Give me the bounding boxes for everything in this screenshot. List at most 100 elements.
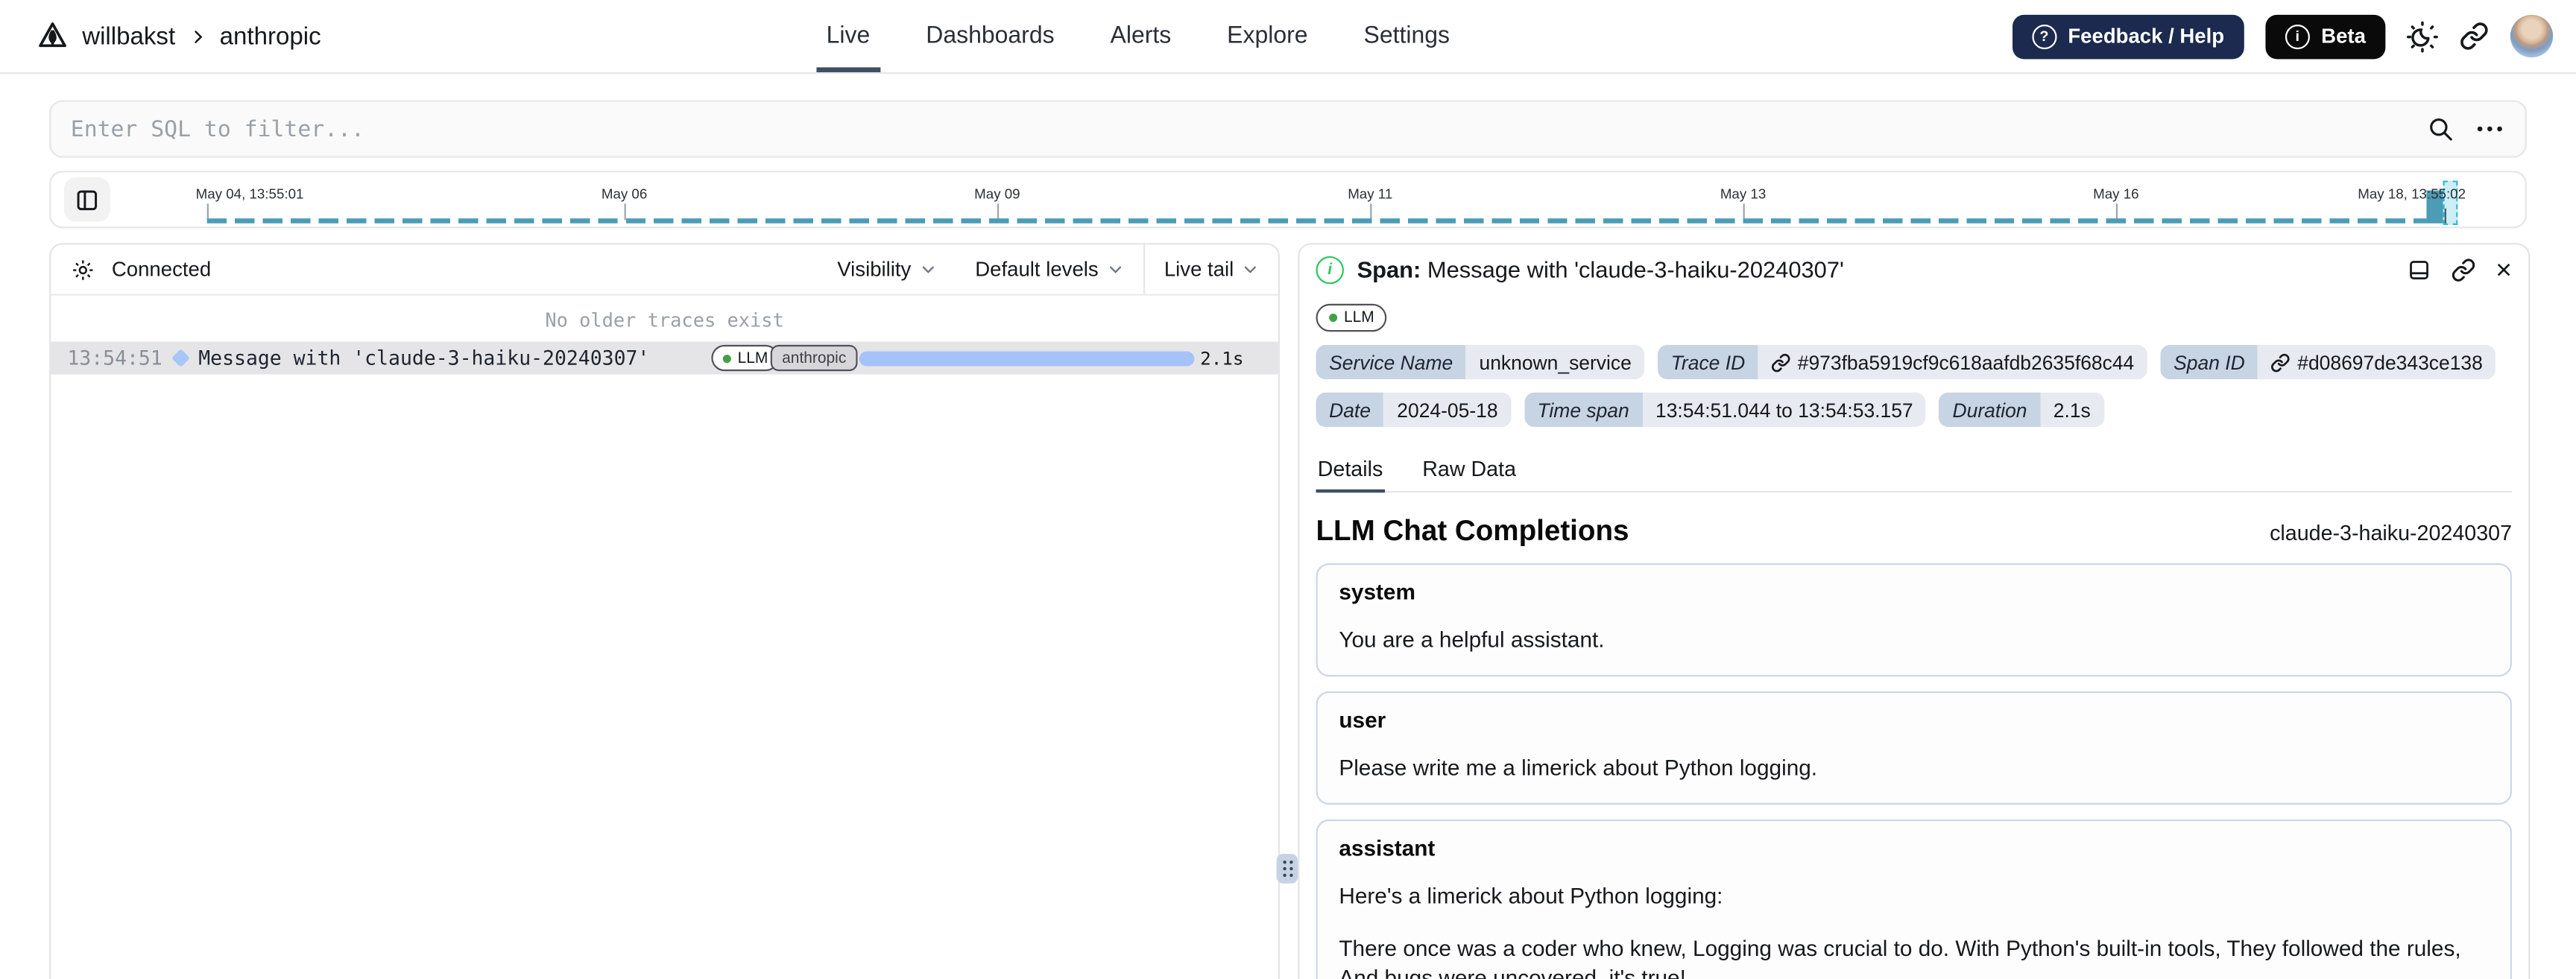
nav-right-cluster: ? Feedback / Help i Beta <box>2012 0 2554 72</box>
tab-details[interactable]: Details <box>1316 450 1384 493</box>
more-options-button[interactable] <box>2477 126 2502 132</box>
timeline-tick: May 16 <box>2093 186 2139 203</box>
trace-message: Message with 'claude-3-haiku-20240307' <box>198 346 650 370</box>
logfire-logo-icon[interactable] <box>36 19 69 52</box>
close-icon[interactable]: × <box>2496 256 2512 283</box>
duration-bar <box>859 350 1195 366</box>
traces-panel-header: Connected Visibility Default levels Live… <box>51 244 1278 296</box>
beta-button[interactable]: i Beta <box>2265 13 2386 59</box>
tag-time-span: Time span 13:54:51.044 to 13:54:53.157 <box>1524 392 1927 428</box>
section-header: LLM Chat Completions claude-3-haiku-2024… <box>1316 514 2512 548</box>
tag-date: Date 2024-05-18 <box>1316 392 1512 428</box>
app-root: willbakst anthropic Live Dashboards Aler… <box>0 0 2576 979</box>
tag-duration: Duration 2.1s <box>1939 392 2104 428</box>
timeline-tick: May 09 <box>974 186 1020 203</box>
timeline[interactable]: May 04, 13:55:01 May 06 May 09 May 11 Ma… <box>49 171 2527 229</box>
link-icon <box>2271 352 2291 372</box>
message-role: user <box>1339 708 1386 733</box>
feedback-help-button[interactable]: ? Feedback / Help <box>2012 13 2244 59</box>
timeline-tickmark <box>2115 203 2118 221</box>
message-content: Here's a limerick about Python logging: <box>1339 884 1723 909</box>
live-tail-label: Live tail <box>1164 258 1234 281</box>
default-levels-dropdown[interactable]: Default levels <box>956 244 1143 294</box>
sql-filter-input[interactable] <box>51 115 2427 142</box>
sql-filter-box <box>49 100 2527 158</box>
tag-label: Trace ID <box>1658 344 1758 380</box>
llm-badge-label: LLM <box>737 349 768 367</box>
chevron-down-icon <box>919 261 935 277</box>
timeline-tickmark <box>997 203 1000 221</box>
tag-label: Time span <box>1524 392 1643 428</box>
tag-value: 13:54:51.044 to 13:54:53.157 <box>1642 392 1927 428</box>
green-dot-icon <box>1329 313 1338 323</box>
theme-toggle-icon[interactable] <box>2407 20 2438 52</box>
model-name: claude-3-haiku-20240307 <box>2270 520 2513 545</box>
user-avatar[interactable] <box>2510 14 2554 58</box>
panel-resize-handle[interactable] <box>1276 854 1298 884</box>
timeline-tickmark <box>1743 203 1745 221</box>
share-link-icon[interactable] <box>2460 22 2490 51</box>
copy-link-icon[interactable] <box>2452 257 2476 282</box>
timeline-tick: May 11 <box>1348 186 1393 203</box>
tag-value: #d08697de343ce138 <box>2297 350 2483 374</box>
no-older-traces-message: No older traces exist <box>545 308 784 332</box>
message-content: Please write me a limerick about Python … <box>1339 755 1818 781</box>
span-title: Span: Message with 'claude-3-haiku-20240… <box>1357 256 1844 282</box>
link-icon <box>1772 352 1790 372</box>
span-title-label: Span: <box>1357 256 1421 283</box>
message-content: There once was a coder who knew, Logging… <box>1339 935 2461 979</box>
search-icon[interactable] <box>2426 115 2454 142</box>
nav-tab-dashboards[interactable]: Dashboards <box>926 0 1054 72</box>
visibility-label: Visibility <box>837 258 912 281</box>
section-title: LLM Chat Completions <box>1316 513 1629 547</box>
timeline-tickmark <box>624 203 626 221</box>
nav-tab-live[interactable]: Live <box>816 0 880 72</box>
tag-value: 2.1s <box>2040 392 2104 428</box>
feedback-help-label: Feedback / Help <box>2068 25 2225 48</box>
message-role: system <box>1339 580 1415 605</box>
span-panel: i Span: Message with 'claude-3-haiku-202… <box>1298 243 2531 979</box>
top-nav: willbakst anthropic Live Dashboards Aler… <box>0 0 2576 75</box>
timeline-cursor <box>2443 208 2446 224</box>
default-levels-label: Default levels <box>975 258 1099 281</box>
tag-label: Duration <box>1939 392 2041 428</box>
gear-icon[interactable] <box>71 257 95 282</box>
tag-value: #973fba5919cf9c618aafdb2635f68c44 <box>1797 350 2135 374</box>
nav-tabs: Live Dashboards Alerts Explore Settings <box>816 0 1450 72</box>
tag-span-id[interactable]: Span ID #d08697de343ce138 <box>2160 344 2496 380</box>
span-diamond-icon <box>171 349 190 367</box>
tag-label: Span ID <box>2160 344 2258 380</box>
message-card-system: system You are a helpful assistant. <box>1316 563 2513 677</box>
llm-badge: LLM <box>1316 303 1388 332</box>
timeline-tick: May 04, 13:55:01 <box>195 186 304 203</box>
message-card-assistant: assistant Here's a limerick about Python… <box>1316 820 2513 979</box>
timeline-tick: May 13 <box>1720 186 1767 203</box>
scope-badge: anthropic <box>770 344 858 372</box>
trace-timestamp: 13:54:51 <box>67 346 162 370</box>
sidebar-toggle-button[interactable] <box>63 177 110 222</box>
green-dot-icon <box>722 353 731 363</box>
message-role: assistant <box>1339 836 1436 861</box>
traces-panel: Connected Visibility Default levels Live… <box>49 243 1280 979</box>
beta-label: Beta <box>2321 25 2366 48</box>
timeline-tick: May 06 <box>601 186 648 203</box>
span-panel-header: i Span: Message with 'claude-3-haiku-202… <box>1299 244 2528 294</box>
breadcrumb-org[interactable]: willbakst <box>82 22 175 50</box>
nav-tab-alerts[interactable]: Alerts <box>1111 0 1172 72</box>
duration-text: 2.1s <box>1200 347 1244 369</box>
dock-bottom-icon[interactable] <box>2407 257 2431 282</box>
tab-raw-data[interactable]: Raw Data <box>1421 450 1518 491</box>
breadcrumb-project[interactable]: anthropic <box>220 22 321 50</box>
tag-trace-id[interactable]: Trace ID #973fba5919cf9c618aafdb2635f68c… <box>1658 344 2147 380</box>
trace-row[interactable]: 13:54:51 Message with 'claude-3-haiku-20… <box>51 341 1278 375</box>
nav-tab-settings[interactable]: Settings <box>1364 0 1450 72</box>
live-tail-dropdown[interactable]: Live tail <box>1144 244 1278 294</box>
visibility-dropdown[interactable]: Visibility <box>818 244 956 294</box>
info-circle-icon: i <box>2285 23 2310 49</box>
nav-tab-explore[interactable]: Explore <box>1227 0 1307 72</box>
llm-badge-label: LLM <box>1343 308 1374 327</box>
chevron-right-icon <box>189 27 206 45</box>
timeline-tick: May 18, 13:55:02 <box>2358 186 2466 203</box>
span-tags-row-2: Date 2024-05-18 Time span 13:54:51.044 t… <box>1316 392 2512 428</box>
span-title-text: Message with 'claude-3-haiku-20240307' <box>1427 256 1844 283</box>
